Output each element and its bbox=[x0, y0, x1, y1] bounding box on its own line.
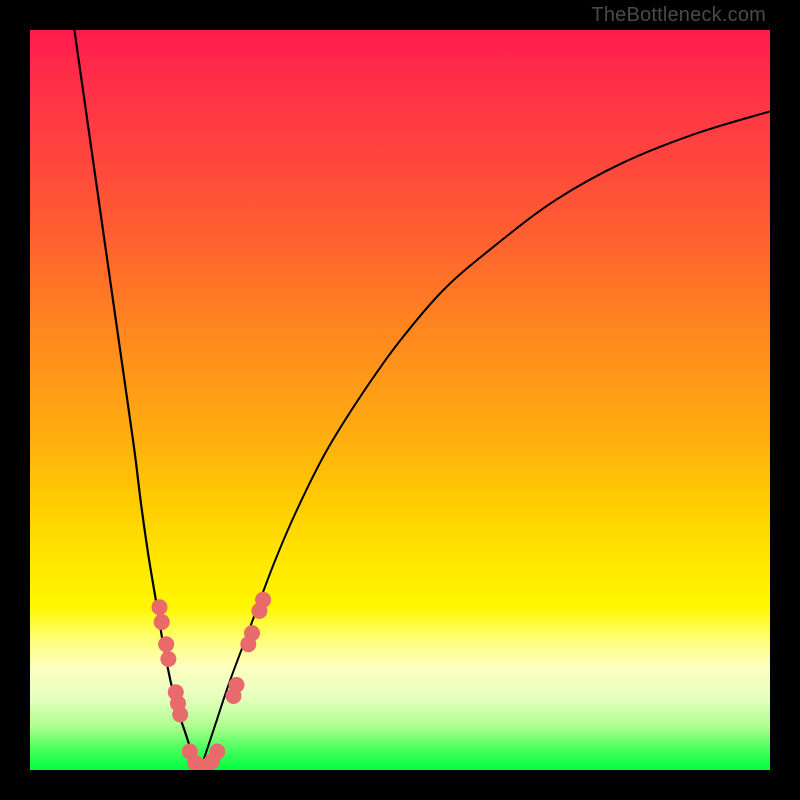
data-marker bbox=[228, 677, 244, 693]
data-marker bbox=[154, 614, 170, 630]
curve-lines bbox=[74, 30, 770, 770]
chart-frame: TheBottleneck.com bbox=[0, 0, 800, 800]
data-marker bbox=[152, 599, 168, 615]
data-marker bbox=[255, 592, 271, 608]
curve-right bbox=[200, 111, 770, 770]
data-marker bbox=[209, 744, 225, 760]
plot-area bbox=[30, 30, 770, 770]
chart-svg bbox=[30, 30, 770, 770]
curve-left bbox=[74, 30, 200, 770]
data-marker bbox=[160, 651, 176, 667]
watermark-text: TheBottleneck.com bbox=[591, 4, 766, 27]
data-marker bbox=[244, 625, 260, 641]
data-marker bbox=[158, 636, 174, 652]
data-marker bbox=[172, 707, 188, 723]
